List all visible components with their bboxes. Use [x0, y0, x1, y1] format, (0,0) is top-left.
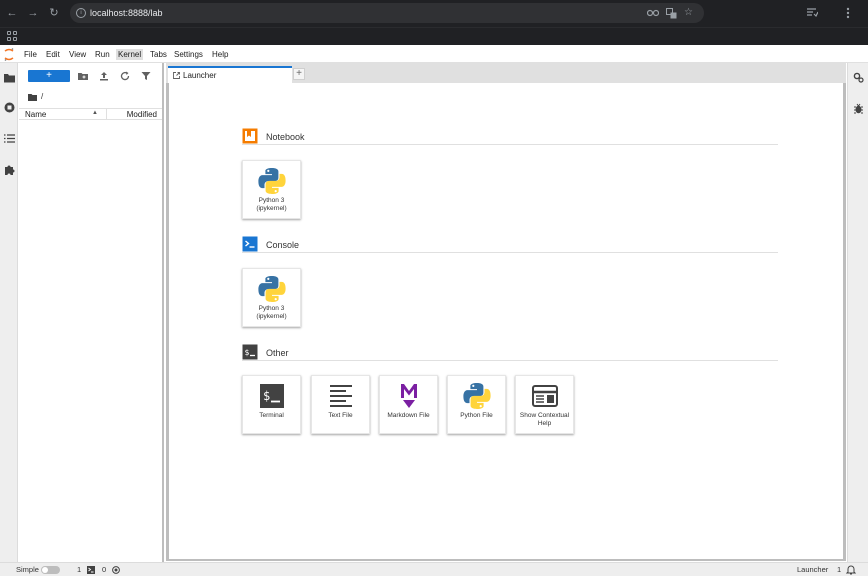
menu-file[interactable]: File [22, 49, 39, 60]
apps-grid-icon[interactable] [7, 31, 17, 41]
upload-icon[interactable] [99, 71, 109, 81]
translate-icon[interactable] [666, 8, 677, 19]
launcher-card-terminal[interactable]: $ Terminal [242, 375, 301, 434]
menu-help[interactable]: Help [210, 49, 230, 60]
console-icon [242, 236, 258, 252]
bookmarks-bar [0, 27, 868, 45]
launcher-card-markdown-file[interactable]: Markdown File [379, 375, 438, 434]
svg-text:$: $ [263, 389, 270, 403]
bookmark-star-icon[interactable]: ☆ [684, 7, 693, 18]
launcher-card-console-python3[interactable]: Python 3 (ipykernel) [242, 268, 301, 327]
reading-list-icon[interactable] [807, 8, 818, 18]
menu-run[interactable]: Run [93, 49, 112, 60]
menu-settings[interactable]: Settings [172, 49, 205, 60]
table-of-contents-icon[interactable] [4, 133, 15, 144]
terminals-count[interactable]: 1 [77, 565, 81, 574]
card-label: Python File [460, 412, 493, 419]
browser-toolbar: ← → ↻ i localhost:8888/lab ☆ [0, 0, 868, 27]
url-text[interactable]: localhost:8888/lab [90, 8, 163, 18]
contextual-help-icon [532, 385, 558, 407]
other-section-header: $ Other [242, 344, 778, 361]
menu-view[interactable]: View [67, 49, 88, 60]
card-label: Markdown File [387, 412, 430, 419]
browser-menu-icon[interactable] [846, 7, 850, 19]
menu-edit[interactable]: Edit [44, 49, 62, 60]
terminal-section-icon: $ [242, 344, 258, 360]
launcher-card-python-file[interactable]: Python File [447, 375, 506, 434]
python-logo-icon [463, 383, 491, 409]
notebook-icon [242, 128, 258, 144]
section-title: Other [266, 348, 289, 358]
forward-button[interactable]: → [26, 6, 40, 20]
left-sidebar-tabs [0, 63, 18, 563]
menu-kernel[interactable]: Kernel [116, 49, 144, 60]
terminal-icon: $ [260, 384, 284, 408]
terminal-status-icon[interactable] [87, 566, 95, 574]
debugger-bug-icon[interactable] [853, 103, 864, 114]
python-logo-icon [258, 168, 286, 194]
mode-label: Simple [16, 565, 39, 574]
file-browser-folder-icon[interactable] [4, 72, 15, 83]
password-key-icon[interactable] [647, 9, 659, 17]
add-tab-button[interactable]: + [293, 68, 305, 80]
breadcrumb: / [28, 92, 43, 101]
svg-text:$: $ [245, 348, 250, 357]
refresh-icon[interactable] [120, 71, 130, 81]
card-label: Show Contextual Help [519, 412, 570, 427]
filter-icon[interactable] [141, 71, 151, 81]
extension-manager-puzzle-icon[interactable] [4, 164, 15, 175]
menu-tabs[interactable]: Tabs [148, 49, 169, 60]
notification-bell-icon[interactable] [846, 565, 856, 575]
card-label: Terminal [259, 412, 284, 419]
tab-label: Launcher [183, 71, 217, 80]
console-section-header: Console [242, 236, 778, 253]
text-file-icon [330, 385, 352, 407]
breadcrumb-path[interactable]: / [41, 92, 43, 101]
main-menu-bar: File Edit View Run Kernel Tabs Settings … [0, 46, 868, 63]
column-divider[interactable] [106, 109, 107, 120]
right-sidebar-tabs [847, 63, 868, 563]
launcher-card-notebook-python3[interactable]: Python 3 (ipykernel) [242, 160, 301, 219]
sort-ascending-icon: ▲ [92, 110, 98, 116]
kernel-status-icon[interactable] [112, 566, 120, 574]
address-bar[interactable]: i localhost:8888/lab ☆ [70, 3, 704, 23]
running-sessions-icon[interactable] [4, 102, 15, 113]
section-title: Notebook [266, 132, 305, 142]
column-modified-header[interactable]: Modified [127, 110, 157, 119]
card-label: Python 3 (ipykernel) [256, 305, 287, 320]
home-folder-icon[interactable] [28, 93, 37, 101]
column-name-header[interactable]: Name [25, 110, 46, 119]
property-inspector-gears-icon[interactable] [853, 72, 864, 83]
notebook-section-header: Notebook [242, 128, 778, 145]
launcher-tab-icon [173, 72, 180, 79]
python-logo-icon [258, 276, 286, 302]
tab-launcher[interactable]: Launcher [168, 66, 292, 83]
new-folder-icon[interactable] [78, 71, 88, 81]
back-button[interactable]: ← [5, 6, 19, 20]
site-info-icon[interactable]: i [76, 8, 86, 18]
file-browser-panel: + / Name ▲ Modified [19, 63, 164, 563]
launcher-card-text-file[interactable]: Text File [311, 375, 370, 434]
section-title: Console [266, 240, 300, 250]
active-tab-status: Launcher [797, 565, 829, 574]
launcher-panel: Notebook Python 3 (ipykernel) Console Py… [169, 83, 843, 559]
card-label: Text File [328, 412, 353, 419]
status-bar: Simple 1 0 Launcher 1 [0, 562, 868, 576]
card-label: Python 3 (ipykernel) [256, 197, 287, 212]
reload-button[interactable]: ↻ [47, 6, 61, 20]
file-list-header: Name ▲ Modified [19, 108, 162, 120]
simple-mode-toggle[interactable] [41, 566, 60, 574]
notifications-count[interactable]: 1 [837, 565, 841, 574]
markdown-icon [401, 384, 417, 408]
main-dock-area: Launcher + Notebook Python 3 (ipykernel) [166, 63, 846, 561]
document-tab-bar: Launcher + [166, 63, 846, 83]
new-launcher-button[interactable]: + [28, 70, 70, 82]
kernels-count[interactable]: 0 [102, 565, 106, 574]
jupyter-logo-icon [4, 48, 14, 61]
launcher-card-contextual-help[interactable]: Show Contextual Help [515, 375, 574, 434]
